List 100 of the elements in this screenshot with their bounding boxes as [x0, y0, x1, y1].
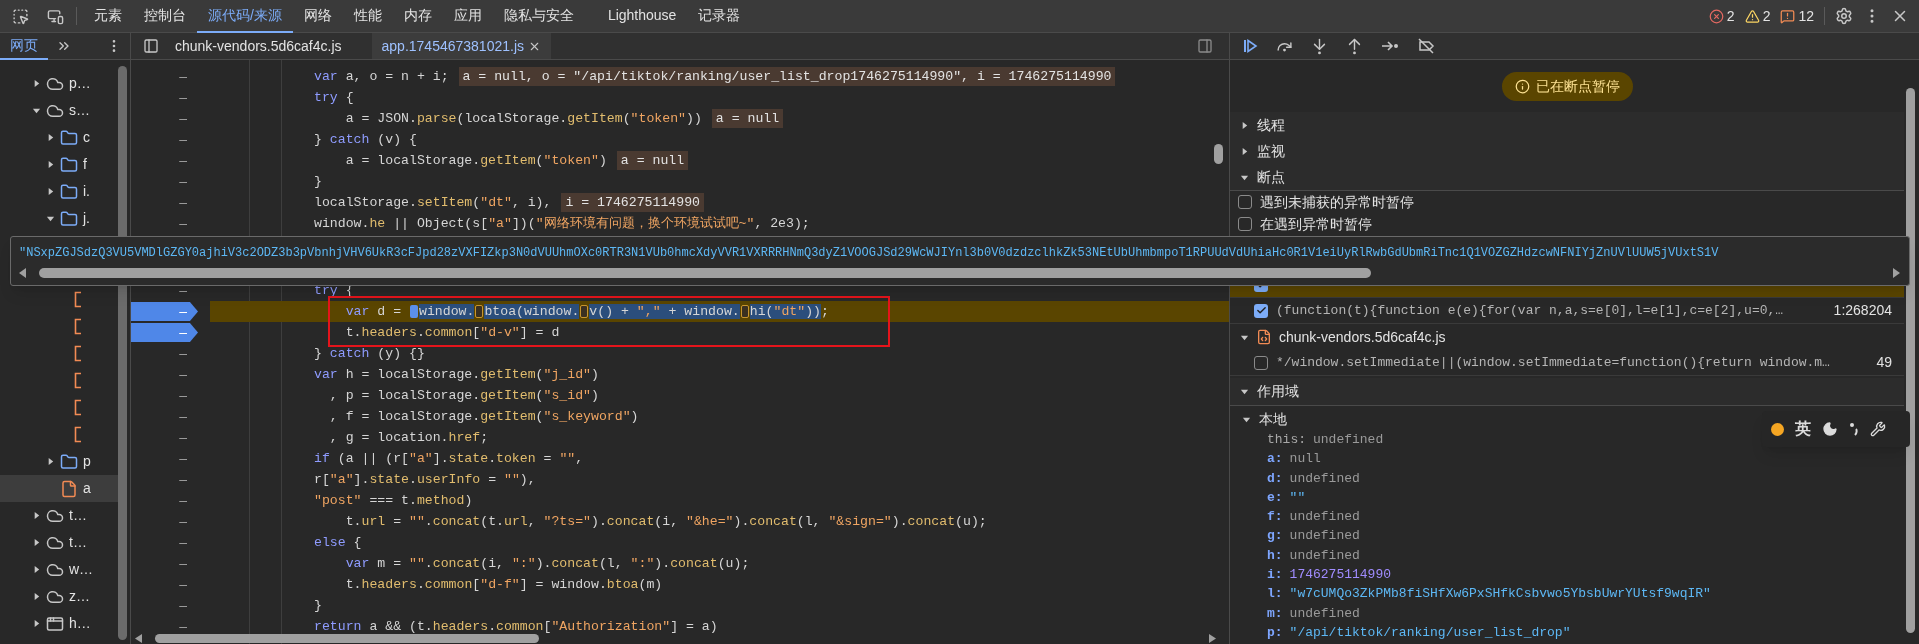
panel-tab[interactable]: 元素: [83, 0, 133, 33]
settings-icon[interactable]: [1870, 421, 1886, 437]
caret-right-icon[interactable]: [32, 592, 41, 601]
caret-right-icon[interactable]: [1240, 120, 1249, 130]
line-number[interactable]: –: [131, 344, 198, 363]
device-icon[interactable]: [47, 7, 64, 25]
line-number[interactable]: –: [131, 365, 198, 384]
line-number[interactable]: –: [131, 172, 198, 191]
line-number[interactable]: –: [131, 193, 198, 212]
resume-icon[interactable]: [1242, 38, 1258, 54]
line-number[interactable]: –: [131, 491, 198, 510]
line-number[interactable]: –: [131, 512, 198, 531]
line-number[interactable]: –: [131, 533, 198, 552]
tree-label[interactable]: p: [83, 451, 91, 472]
line-number[interactable]: –: [131, 88, 198, 107]
tree-label[interactable]: s…: [69, 100, 90, 121]
checkbox[interactable]: [1238, 217, 1252, 231]
line-number[interactable]: –: [131, 428, 198, 447]
caret-down-icon[interactable]: [46, 214, 55, 223]
scroll-left-icon[interactable]: [135, 634, 143, 643]
moon-icon[interactable]: [1822, 421, 1838, 437]
panel-tab[interactable]: 隐私与安全: [492, 0, 585, 33]
checkbox[interactable]: [1254, 303, 1268, 318]
panel-tab[interactable]: 网络: [292, 0, 343, 33]
line-number[interactable]: –: [131, 323, 198, 342]
step-into-icon[interactable]: [1311, 37, 1328, 55]
section-header[interactable]: 断点: [1230, 164, 1904, 190]
line-number[interactable]: –: [131, 386, 198, 405]
tree-label[interactable]: w…: [69, 559, 94, 580]
tree-label[interactable]: z…: [69, 586, 90, 607]
caret-right-icon[interactable]: [32, 538, 41, 547]
caret-down-icon[interactable]: [1240, 387, 1249, 396]
tree-label[interactable]: f: [83, 154, 87, 175]
inspect-icon[interactable]: [12, 7, 29, 25]
caret-right-icon[interactable]: [46, 133, 55, 142]
tree-label[interactable]: t…: [69, 532, 87, 553]
line-number[interactable]: –: [131, 407, 198, 426]
file-tab[interactable]: app.1745467381021.js: [371, 33, 551, 59]
section-header[interactable]: 监视: [1230, 138, 1904, 164]
section-header[interactable]: 线程: [1230, 112, 1904, 138]
line-number[interactable]: –: [131, 130, 198, 149]
caret-right-icon[interactable]: [32, 565, 41, 574]
step-marker-icon[interactable]: [410, 305, 418, 318]
section-header[interactable]: 作用域: [1230, 378, 1904, 406]
navigator-toggle-icon[interactable]: [143, 38, 159, 54]
line-number[interactable]: –: [131, 617, 198, 636]
line-number[interactable]: –: [131, 302, 198, 321]
settings-icon[interactable]: [1835, 7, 1853, 25]
file-tab[interactable]: chunk-vendors.5d6caf4c.js: [165, 33, 352, 59]
tree-label[interactable]: i.: [83, 181, 90, 202]
input-mode-label[interactable]: 英: [1795, 417, 1811, 441]
caret-down-icon[interactable]: [32, 106, 41, 115]
panel-tab[interactable]: 控制台: [133, 0, 197, 33]
punctuation-icon[interactable]: [1849, 422, 1859, 436]
checkbox[interactable]: [1254, 355, 1268, 370]
scrollbar-thumb[interactable]: [39, 268, 1371, 278]
caret-right-icon[interactable]: [32, 511, 41, 520]
caret-right-icon[interactable]: [46, 187, 55, 196]
scrollbar-thumb[interactable]: [155, 634, 539, 643]
panel-tab[interactable]: 应用: [442, 0, 493, 33]
warning-icon[interactable]: [1744, 8, 1760, 24]
deactivate-breakpoints-icon[interactable]: [1417, 38, 1435, 54]
line-number[interactable]: –: [131, 67, 198, 86]
scroll-right-icon[interactable]: [1893, 268, 1901, 278]
issue-icon[interactable]: [1780, 8, 1796, 24]
tree-label[interactable]: c: [83, 127, 90, 148]
panel-tab[interactable]: 内存: [392, 0, 443, 33]
tree-label[interactable]: p…: [69, 73, 91, 94]
scrollbar-thumb[interactable]: [1214, 144, 1223, 164]
caret-right-icon[interactable]: [32, 619, 41, 628]
line-number[interactable]: –: [131, 596, 198, 615]
panel-tab[interactable]: 记录器: [687, 0, 752, 33]
caret-right-icon[interactable]: [32, 79, 41, 88]
scroll-left-icon[interactable]: [19, 268, 27, 278]
tree-label[interactable]: j.: [83, 208, 90, 229]
line-number[interactable]: –: [131, 470, 198, 489]
line-number[interactable]: –: [131, 449, 198, 468]
error-icon[interactable]: [1708, 8, 1724, 24]
caret-right-icon[interactable]: [1240, 146, 1249, 156]
line-number[interactable]: –: [131, 575, 198, 594]
line-number[interactable]: –: [131, 554, 198, 573]
checkbox[interactable]: [1238, 195, 1252, 209]
line-number[interactable]: –: [131, 214, 198, 233]
tree-label[interactable]: t…: [69, 505, 87, 526]
debugger-toggle-icon[interactable]: [1197, 38, 1213, 54]
scroll-right-icon[interactable]: [1209, 634, 1217, 643]
tree-label[interactable]: h…: [69, 613, 91, 634]
step-marker-icon[interactable]: [475, 305, 484, 318]
panel-tab[interactable]: 性能: [342, 0, 393, 33]
scrollbar-thumb[interactable]: [1906, 88, 1915, 633]
breakpoint-row[interactable]: */window.setImmediate||(window.setImmediate=function(){return window.m… 49: [1230, 350, 1904, 376]
tree-label[interactable]: a: [83, 478, 91, 499]
caret-right-icon[interactable]: [46, 457, 55, 466]
step-out-icon[interactable]: [1346, 37, 1363, 55]
line-number[interactable]: –: [131, 109, 198, 128]
line-number[interactable]: –: [131, 151, 198, 170]
panel-tab[interactable]: Lighthouse: [596, 0, 688, 33]
breakpoint-row[interactable]: (function(t){function e(e){for(var n,a,s=e[0],l=e[1],c=e[2],u=0,… 1:268204: [1230, 298, 1904, 324]
step-marker-icon[interactable]: [740, 305, 749, 318]
step-marker-icon[interactable]: [580, 305, 589, 318]
